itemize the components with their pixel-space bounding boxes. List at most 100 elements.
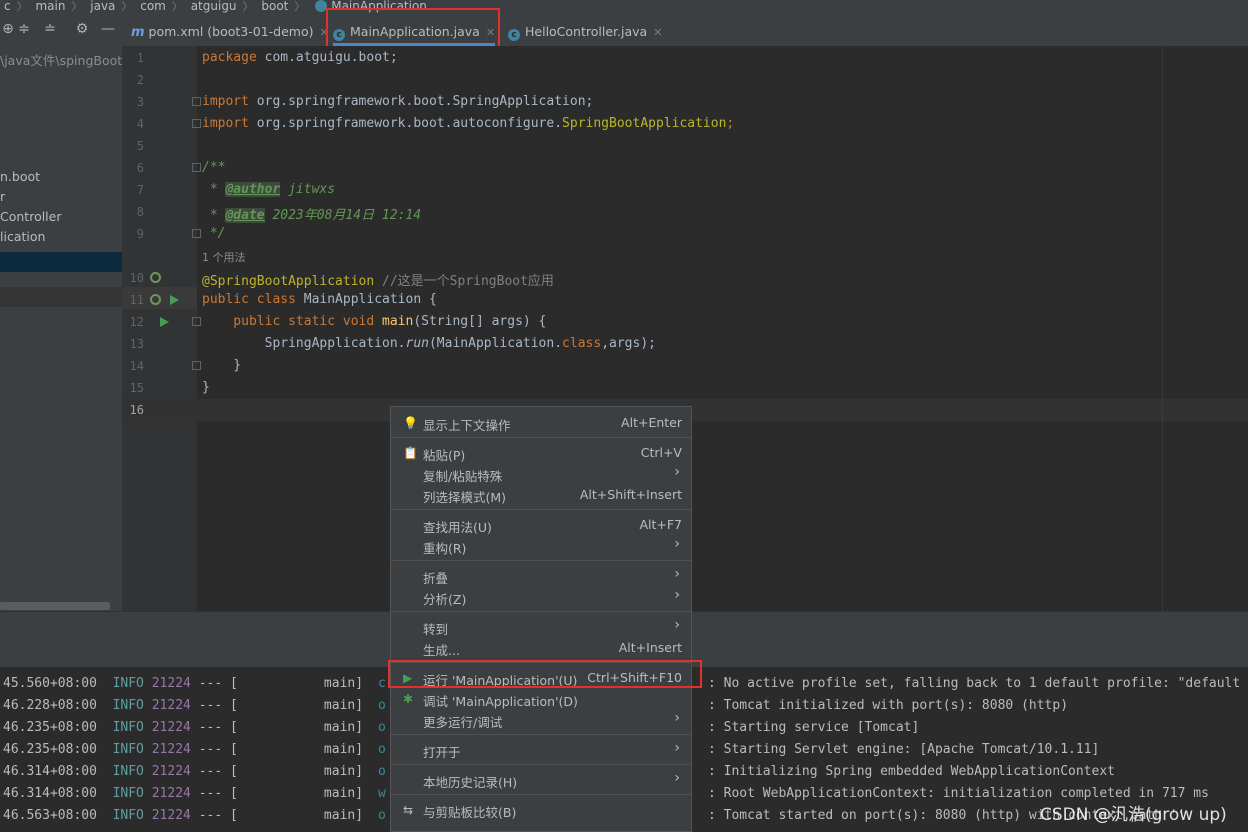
code-keyword: public static void xyxy=(202,314,375,329)
code-text: ; xyxy=(726,116,735,131)
log-thread: main] xyxy=(323,698,364,713)
tree-item-selected[interactable]: Controller xyxy=(0,209,62,224)
log-time: 46.228+08:00 xyxy=(3,698,97,713)
spring-bean-icon[interactable] xyxy=(150,272,161,283)
run-gutter-icon[interactable] xyxy=(170,295,179,305)
current-row xyxy=(0,287,122,307)
tab-pom-xml[interactable]: m pom.xml (boot3-01-demo) ✕ xyxy=(131,14,329,46)
close-icon[interactable]: ✕ xyxy=(653,26,662,39)
menu-item-paste[interactable]: 📋 粘贴(P) Ctrl+V xyxy=(391,442,691,463)
doc-tag: @date xyxy=(225,208,265,223)
gear-icon[interactable]: ⚙ xyxy=(74,20,90,38)
menu-item-analyze[interactable]: 分析(Z) › xyxy=(391,586,691,607)
code-text: com.atguigu.boot; xyxy=(256,50,398,65)
fold-icon[interactable] xyxy=(192,361,201,370)
code-keyword: package xyxy=(202,50,257,65)
console-line: 46.314+08:00 INFO 21224 --- [ main] xyxy=(3,764,363,779)
log-message: : No active profile set, falling back to… xyxy=(708,676,1241,691)
editor-tab-bar: m pom.xml (boot3-01-demo) ✕ c MainApplicati… xyxy=(123,14,1248,47)
menu-item-copy-paste-special[interactable]: 复制/粘贴特殊 › xyxy=(391,463,691,484)
log-time: 46.235+08:00 xyxy=(3,720,97,735)
breadcrumb-item[interactable]: c xyxy=(4,0,11,12)
fold-icon[interactable] xyxy=(192,97,201,106)
debug-icon: ✱ xyxy=(403,692,414,706)
target-icon[interactable]: ⊕ xyxy=(0,20,16,38)
code-line: */ xyxy=(202,226,226,241)
chevron-right-icon: 〉 xyxy=(294,0,306,13)
expand-all-icon[interactable]: ≑ xyxy=(16,20,32,38)
breadcrumb-item[interactable]: com xyxy=(140,0,166,12)
line-number: 11 xyxy=(129,293,144,307)
menu-item-folding[interactable]: 折叠 › xyxy=(391,565,691,586)
line-number: 14 xyxy=(129,359,144,373)
menu-shortcut: Alt+Enter xyxy=(621,415,682,430)
console-line: 45.560+08:00 INFO 21224 --- [ main] xyxy=(3,676,363,691)
spring-bean-icon[interactable] xyxy=(150,294,161,305)
breadcrumb-item[interactable]: boot xyxy=(261,0,288,12)
doc-text: * xyxy=(202,182,226,197)
breadcrumb-item[interactable]: java xyxy=(90,0,115,12)
minimize-icon[interactable]: — xyxy=(100,20,116,38)
class-icon: c xyxy=(508,29,520,41)
log-level: INFO xyxy=(112,720,144,735)
breadcrumb-item[interactable]: main xyxy=(35,0,65,12)
menu-shortcut: Alt+Insert xyxy=(618,640,682,655)
project-path[interactable]: \java文件\spingBoot- xyxy=(0,50,122,69)
context-menu: 💡 显示上下文操作 Alt+Enter 📋 粘贴(P) Ctrl+V 复制/粘贴特殊 › … xyxy=(390,406,692,832)
log-message: : Root WebApplicationContext: initializa… xyxy=(708,786,1209,801)
doc-text: * xyxy=(202,208,226,223)
menu-item-refactor[interactable]: 重构(R) › xyxy=(391,535,691,556)
horizontal-scrollbar[interactable] xyxy=(0,602,110,610)
line-number: 10 xyxy=(129,271,144,285)
log-message: : Starting Servlet engine: [Apache Tomca… xyxy=(708,742,1100,757)
code-keyword: import xyxy=(202,116,249,131)
line-number: 1 xyxy=(136,51,144,65)
log-pid: 21224 xyxy=(151,698,191,713)
menu-item-column-selection[interactable]: 列选择模式(M) Alt+Shift+Insert xyxy=(391,484,691,505)
line-number: 12 xyxy=(129,315,144,329)
log-pid: 21224 xyxy=(151,676,191,691)
maven-icon: m xyxy=(131,25,145,40)
log-level: INFO xyxy=(112,742,144,757)
line-number: 9 xyxy=(136,227,144,241)
code-line: public class MainApplication { xyxy=(202,292,437,307)
menu-item-more-run-debug[interactable]: 更多运行/调试 › xyxy=(391,709,691,730)
fold-icon[interactable] xyxy=(192,163,201,172)
code-line: } xyxy=(202,358,242,373)
fold-icon[interactable] xyxy=(192,119,201,128)
log-sep: --- [ xyxy=(198,720,238,735)
menu-label: 复制/粘贴特殊 xyxy=(423,469,503,484)
chevron-right-icon: 〉 xyxy=(171,0,183,13)
menu-item-local-history[interactable]: 本地历史记录(H) › xyxy=(391,769,691,790)
log-message: : Initializing Spring embedded WebApplic… xyxy=(708,764,1115,779)
fold-icon[interactable] xyxy=(192,229,201,238)
menu-item-open-in[interactable]: 打开于 › xyxy=(391,739,691,760)
log-sep: --- [ xyxy=(198,764,238,779)
usages-hint[interactable]: 1 个用法 xyxy=(202,249,246,265)
fold-icon[interactable] xyxy=(192,317,201,326)
tree-item[interactable]: n.boot xyxy=(0,169,40,184)
code-line: import org.springframework.boot.SpringAp… xyxy=(202,94,593,109)
tree-item[interactable]: lication xyxy=(0,229,45,244)
log-sep: --- [ xyxy=(198,786,238,801)
line-number: 4 xyxy=(136,117,144,131)
menu-item-show-context-actions[interactable]: 💡 显示上下文操作 Alt+Enter xyxy=(391,412,691,433)
log-thread: main] xyxy=(323,742,364,757)
menu-label: 显示上下文操作 xyxy=(423,418,511,433)
menu-item-find-usages[interactable]: 查找用法(U) Alt+F7 xyxy=(391,514,691,535)
watermark: CSDN @汎浩(grow up) xyxy=(1040,805,1227,825)
tab-hello-controller[interactable]: c HelloController.java ✕ xyxy=(508,14,662,46)
menu-item-generate[interactable]: 生成... Alt+Insert xyxy=(391,637,691,658)
menu-separator xyxy=(391,437,691,438)
code-text: (String[] args) { xyxy=(413,314,547,329)
collapse-all-icon[interactable]: ≐ xyxy=(42,20,58,38)
menu-item-debug-main-application[interactable]: ✱ 调试 'MainApplication'(D) xyxy=(391,688,691,709)
log-sep: --- [ xyxy=(198,676,238,691)
menu-item-go-to[interactable]: 转到 › xyxy=(391,616,691,637)
breadcrumb-item[interactable]: atguigu xyxy=(191,0,237,12)
log-logger: o xyxy=(378,742,386,757)
log-logger: o xyxy=(378,764,386,779)
tree-item[interactable]: r xyxy=(0,189,5,204)
menu-item-compare-clipboard[interactable]: ⇆ 与剪贴板比较(B) xyxy=(391,799,691,820)
run-gutter-icon[interactable] xyxy=(160,317,169,327)
